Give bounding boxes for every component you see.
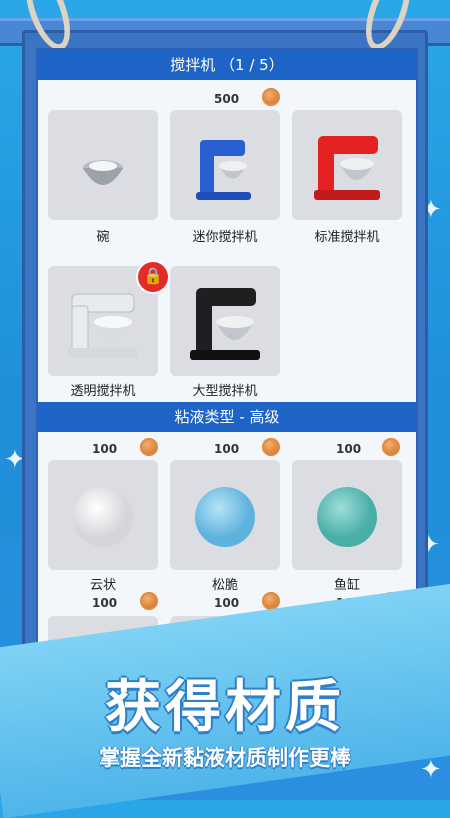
slime-label-crunchy: 松脆 [211, 578, 238, 593]
large-mixer-icon [190, 288, 260, 360]
cloud-slime-ball [73, 487, 133, 547]
promo-title: 获得材质 [105, 675, 345, 740]
crunchy-slime-ball [195, 487, 255, 547]
coin-icon [140, 592, 158, 610]
slime-section-title: 粘液类型 - 高级 [38, 402, 416, 432]
slime-cost-crunchy: 100 [214, 442, 240, 456]
slime-label-cloud: 云状 [89, 578, 116, 593]
slime-cost-cloud: 100 [92, 442, 118, 456]
mixer-label-bowl: 碗 [96, 230, 110, 245]
mixer-card-standard[interactable] [292, 110, 402, 220]
mixer-card-large[interactable] [170, 266, 280, 376]
mixer-section-title: 搅拌机 （1 / 5） [38, 50, 416, 80]
mixer-cost: 500 [214, 92, 240, 106]
mixer-label-transparent: 透明搅拌机 [70, 384, 136, 399]
slime-card-crunchy[interactable] [170, 460, 280, 570]
coin-icon [262, 88, 280, 106]
slime-label-fishbowl: 鱼缸 [333, 578, 360, 593]
slime-cost-fishbowl: 100 [336, 442, 362, 456]
next-row-cost: 100 [92, 596, 118, 610]
fishbowl-slime-ball [317, 487, 377, 547]
mixer-label-standard: 标准搅拌机 [314, 230, 380, 245]
mixer-card-bowl[interactable] [48, 110, 158, 220]
mini-mixer-icon [196, 140, 251, 200]
coin-icon [382, 438, 400, 456]
coin-icon [140, 438, 158, 456]
shop-panel: 搅拌机 （1 / 5） 500 碗 迷你搅拌机 标准搅拌机 🔒 透明搅拌机 大型… [36, 48, 418, 652]
mixer-label-mini: 迷你搅拌机 [192, 230, 258, 245]
mixer-label-large: 大型搅拌机 [192, 384, 258, 399]
standard-mixer-icon [314, 136, 380, 200]
mixer-card-mini[interactable] [170, 110, 280, 220]
lock-icon: 🔒 [136, 260, 170, 294]
promo-subtitle: 掌握全新黏液材质制作更棒 [99, 746, 351, 770]
slime-card-fishbowl[interactable] [292, 460, 402, 570]
bowl-icon [83, 160, 123, 185]
slime-card-cloud[interactable] [48, 460, 158, 570]
coin-icon [262, 438, 280, 456]
